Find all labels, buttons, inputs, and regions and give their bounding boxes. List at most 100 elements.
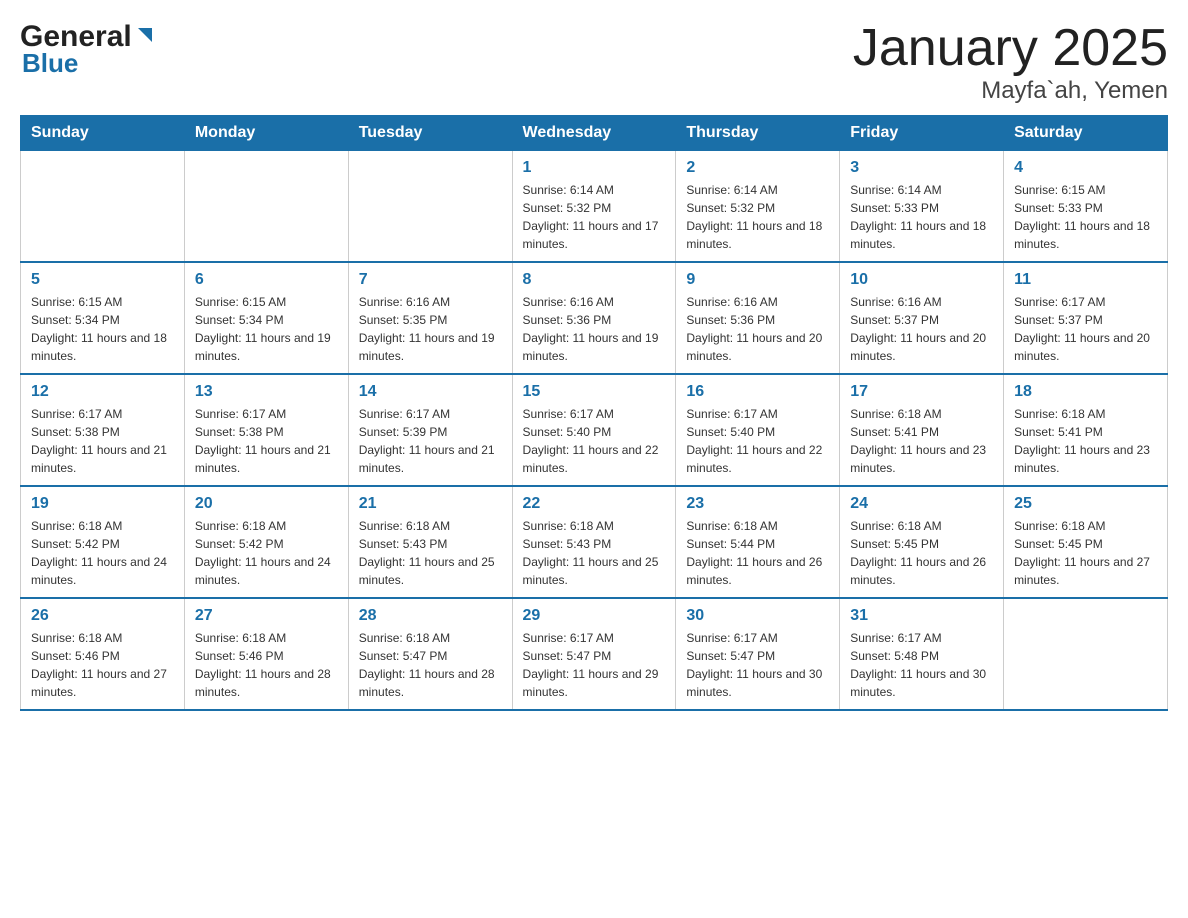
calendar-day-9: 9Sunrise: 6:16 AM Sunset: 5:36 PM Daylig…: [676, 262, 840, 374]
day-info: Sunrise: 6:17 AM Sunset: 5:48 PM Dayligh…: [850, 629, 993, 701]
day-info: Sunrise: 6:15 AM Sunset: 5:34 PM Dayligh…: [31, 293, 174, 365]
header-day-monday: Monday: [184, 116, 348, 151]
calendar-day-27: 27Sunrise: 6:18 AM Sunset: 5:46 PM Dayli…: [184, 598, 348, 710]
day-info: Sunrise: 6:16 AM Sunset: 5:36 PM Dayligh…: [686, 293, 829, 365]
day-info: Sunrise: 6:15 AM Sunset: 5:33 PM Dayligh…: [1014, 181, 1157, 253]
day-info: Sunrise: 6:18 AM Sunset: 5:42 PM Dayligh…: [31, 517, 174, 589]
header-day-thursday: Thursday: [676, 116, 840, 151]
day-number: 20: [195, 495, 338, 513]
day-number: 24: [850, 495, 993, 513]
day-number: 18: [1014, 383, 1157, 401]
day-number: 22: [523, 495, 666, 513]
day-info: Sunrise: 6:17 AM Sunset: 5:38 PM Dayligh…: [195, 405, 338, 477]
calendar-day-24: 24 Sunrise: 6:18 AM Sunset: 5:45 PM Dayli…: [840, 486, 1004, 598]
day-info: Sunrise: 6:18 AM Sunset: 5:42 PM Dayligh…: [195, 517, 338, 589]
day-number: 16: [686, 383, 829, 401]
calendar-day-7: 7 Sunrise: 6:16 AM Sunset: 5:35 PM Daylig…: [348, 262, 512, 374]
day-info: Sunrise: 6:18 AM Sunset: 5:43 PM Dayligh…: [523, 517, 666, 589]
calendar-day-20: 20 Sunrise: 6:18 AM Sunset: 5:42 PM Dayli…: [184, 486, 348, 598]
calendar-day-23: 23 Sunrise: 6:18 AM Sunset: 5:44 PM Dayli…: [676, 486, 840, 598]
calendar-day-3: 3 Sunrise: 6:14 AM Sunset: 5:33 PM Daylig…: [840, 151, 1004, 263]
calendar-day-8: 8Sunrise: 6:16 AM Sunset: 5:36 PM Daylig…: [512, 262, 676, 374]
day-number: 7: [359, 271, 502, 289]
day-info: Sunrise: 6:18 AM Sunset: 5:46 PM Dayligh…: [195, 629, 338, 701]
calendar-day-4: 4 Sunrise: 6:15 AM Sunset: 5:33 PM Daylig…: [1004, 151, 1168, 263]
day-number: 31: [850, 607, 993, 625]
header-day-tuesday: Tuesday: [348, 116, 512, 151]
calendar-day-6: 6 Sunrise: 6:15 AM Sunset: 5:34 PM Daylig…: [184, 262, 348, 374]
calendar-title: January 2025: [853, 20, 1168, 77]
day-info: Sunrise: 6:15 AM Sunset: 5:34 PM Dayligh…: [195, 293, 338, 365]
header-day-wednesday: Wednesday: [512, 116, 676, 151]
day-info: Sunrise: 6:18 AM Sunset: 5:43 PM Dayligh…: [359, 517, 502, 589]
calendar-day-22: 22 Sunrise: 6:18 AM Sunset: 5:43 PM Dayli…: [512, 486, 676, 598]
day-info: Sunrise: 6:17 AM Sunset: 5:40 PM Dayligh…: [523, 405, 666, 477]
title-block: January 2025 Mayfa`ah, Yemen: [853, 20, 1168, 105]
day-info: Sunrise: 6:14 AM Sunset: 5:32 PM Dayligh…: [686, 181, 829, 253]
calendar-day-10: 10Sunrise: 6:16 AM Sunset: 5:37 PM Dayli…: [840, 262, 1004, 374]
calendar-day-21: 21 Sunrise: 6:18 AM Sunset: 5:43 PM Dayli…: [348, 486, 512, 598]
day-number: 2: [686, 159, 829, 177]
header-day-sunday: Sunday: [21, 116, 185, 151]
day-number: 25: [1014, 495, 1157, 513]
day-number: 15: [523, 383, 666, 401]
day-number: 21: [359, 495, 502, 513]
day-number: 13: [195, 383, 338, 401]
day-number: 14: [359, 383, 502, 401]
calendar-week-row: 1 Sunrise: 6:14 AM Sunset: 5:32 PM Daylig…: [21, 151, 1168, 263]
day-number: 11: [1014, 271, 1157, 289]
day-number: 26: [31, 607, 174, 625]
calendar-day-18: 18 Sunrise: 6:18 AM Sunset: 5:41 PM Dayli…: [1004, 374, 1168, 486]
calendar-day-11: 11Sunrise: 6:17 AM Sunset: 5:37 PM Dayli…: [1004, 262, 1168, 374]
day-info: Sunrise: 6:17 AM Sunset: 5:38 PM Dayligh…: [31, 405, 174, 477]
day-info: Sunrise: 6:18 AM Sunset: 5:41 PM Dayligh…: [850, 405, 993, 477]
calendar-week-row: 5 Sunrise: 6:15 AM Sunset: 5:34 PM Daylig…: [21, 262, 1168, 374]
day-info: Sunrise: 6:17 AM Sunset: 5:39 PM Dayligh…: [359, 405, 502, 477]
day-number: 4: [1014, 159, 1157, 177]
calendar-table: SundayMondayTuesdayWednesdayThursdayFrid…: [20, 115, 1168, 711]
calendar-day-28: 28 Sunrise: 6:18 AM Sunset: 5:47 PM Dayli…: [348, 598, 512, 710]
calendar-day-17: 17 Sunrise: 6:18 AM Sunset: 5:41 PM Dayli…: [840, 374, 1004, 486]
day-info: Sunrise: 6:18 AM Sunset: 5:45 PM Dayligh…: [850, 517, 993, 589]
day-number: 8: [523, 271, 666, 289]
calendar-day-2: 2 Sunrise: 6:14 AM Sunset: 5:32 PM Daylig…: [676, 151, 840, 263]
calendar-day-12: 12 Sunrise: 6:17 AM Sunset: 5:38 PM Dayli…: [21, 374, 185, 486]
logo-triangle-icon: [134, 24, 156, 46]
calendar-day-14: 14 Sunrise: 6:17 AM Sunset: 5:39 PM Dayli…: [348, 374, 512, 486]
header-day-friday: Friday: [840, 116, 1004, 151]
day-number: 28: [359, 607, 502, 625]
day-info: Sunrise: 6:18 AM Sunset: 5:41 PM Dayligh…: [1014, 405, 1157, 477]
calendar-day-5: 5 Sunrise: 6:15 AM Sunset: 5:34 PM Daylig…: [21, 262, 185, 374]
logo: General Blue: [20, 20, 156, 79]
calendar-header-row: SundayMondayTuesdayWednesdayThursdayFrid…: [21, 116, 1168, 151]
day-number: 5: [31, 271, 174, 289]
page-header: General Blue January 2025 Mayfa`ah, Yeme…: [20, 20, 1168, 105]
day-info: Sunrise: 6:18 AM Sunset: 5:44 PM Dayligh…: [686, 517, 829, 589]
calendar-day-1: 1Sunrise: 6:14 AM Sunset: 5:32 PM Daylig…: [512, 151, 676, 263]
day-info: Sunrise: 6:16 AM Sunset: 5:35 PM Dayligh…: [359, 293, 502, 365]
calendar-week-row: 26 Sunrise: 6:18 AM Sunset: 5:46 PM Dayli…: [21, 598, 1168, 710]
day-number: 17: [850, 383, 993, 401]
day-number: 29: [523, 607, 666, 625]
calendar-day-29: 29Sunrise: 6:17 AM Sunset: 5:47 PM Dayli…: [512, 598, 676, 710]
day-info: Sunrise: 6:18 AM Sunset: 5:47 PM Dayligh…: [359, 629, 502, 701]
day-number: 23: [686, 495, 829, 513]
calendar-day-26: 26 Sunrise: 6:18 AM Sunset: 5:46 PM Dayli…: [21, 598, 185, 710]
calendar-day-empty: [1004, 598, 1168, 710]
day-info: Sunrise: 6:18 AM Sunset: 5:45 PM Dayligh…: [1014, 517, 1157, 589]
calendar-day-16: 16Sunrise: 6:17 AM Sunset: 5:40 PM Dayli…: [676, 374, 840, 486]
day-number: 12: [31, 383, 174, 401]
calendar-day-31: 31 Sunrise: 6:17 AM Sunset: 5:48 PM Dayli…: [840, 598, 1004, 710]
calendar-week-row: 12 Sunrise: 6:17 AM Sunset: 5:38 PM Dayli…: [21, 374, 1168, 486]
day-info: Sunrise: 6:14 AM Sunset: 5:33 PM Dayligh…: [850, 181, 993, 253]
day-number: 3: [850, 159, 993, 177]
logo-blue: Blue: [20, 48, 78, 79]
day-number: 6: [195, 271, 338, 289]
calendar-day-empty: [184, 151, 348, 263]
calendar-subtitle: Mayfa`ah, Yemen: [853, 77, 1168, 105]
calendar-week-row: 19 Sunrise: 6:18 AM Sunset: 5:42 PM Dayli…: [21, 486, 1168, 598]
day-number: 1: [523, 159, 666, 177]
day-number: 19: [31, 495, 174, 513]
day-info: Sunrise: 6:18 AM Sunset: 5:46 PM Dayligh…: [31, 629, 174, 701]
calendar-day-19: 19 Sunrise: 6:18 AM Sunset: 5:42 PM Dayli…: [21, 486, 185, 598]
